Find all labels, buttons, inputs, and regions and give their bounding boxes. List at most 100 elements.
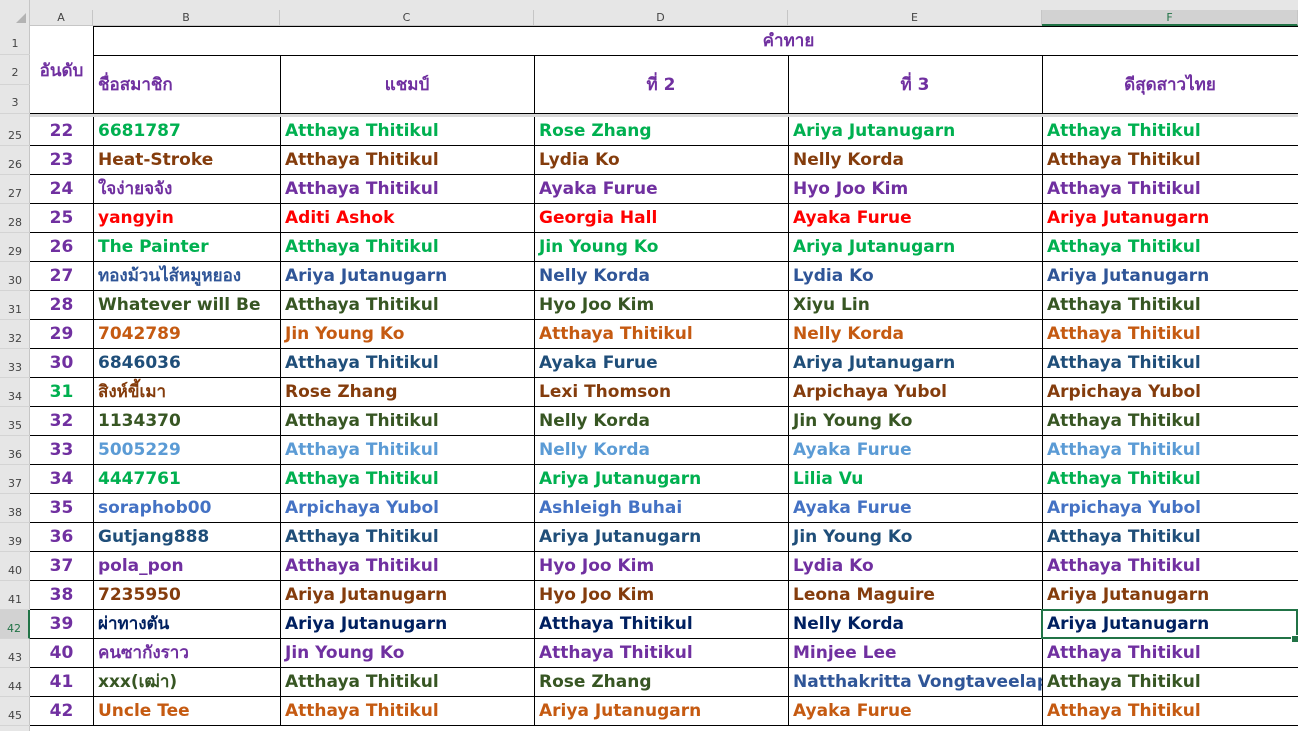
third-cell[interactable]: Nelly Korda	[788, 146, 1042, 175]
member-cell[interactable]: 6846036	[93, 349, 280, 378]
third-cell[interactable]: Natthakritta Vongtaveelap	[788, 668, 1042, 697]
best-cell[interactable]: Atthaya Thitikul	[1042, 552, 1298, 581]
row-header-26[interactable]: 26	[0, 146, 30, 175]
champion-cell[interactable]: Atthaya Thitikul	[280, 668, 534, 697]
row-header-34[interactable]: 34	[0, 378, 30, 407]
member-cell[interactable]: Uncle Tee	[93, 697, 280, 726]
best-cell[interactable]: Ariya Jutanugarn	[1042, 204, 1298, 233]
second-cell[interactable]: Atthaya Thitikul	[534, 320, 788, 349]
row-header-27[interactable]: 27	[0, 175, 30, 204]
best-cell[interactable]: Atthaya Thitikul	[1042, 668, 1298, 697]
member-cell[interactable]: 6681787	[93, 117, 280, 146]
third-cell[interactable]: Hyo Joo Kim	[788, 175, 1042, 204]
member-cell[interactable]: 7042789	[93, 320, 280, 349]
header-rank[interactable]: อันดับ	[30, 26, 93, 114]
fill-handle[interactable]	[1291, 635, 1298, 643]
champion-cell[interactable]: Atthaya Thitikul	[280, 697, 534, 726]
second-cell[interactable]: Jin Young Ko	[534, 233, 788, 262]
third-cell[interactable]: Ayaka Furue	[788, 494, 1042, 523]
row-header-42[interactable]: 42	[0, 610, 30, 639]
best-cell[interactable]: Atthaya Thitikul	[1042, 465, 1298, 494]
best-cell[interactable]: Atthaya Thitikul	[1042, 146, 1298, 175]
champion-cell[interactable]: Jin Young Ko	[280, 320, 534, 349]
third-cell[interactable]: Ariya Jutanugarn	[788, 349, 1042, 378]
second-cell[interactable]: Georgia Hall	[534, 204, 788, 233]
second-cell[interactable]: Atthaya Thitikul	[534, 639, 788, 668]
champion-cell[interactable]: Aditi Ashok	[280, 204, 534, 233]
champion-cell[interactable]: Ariya Jutanugarn	[280, 610, 534, 639]
column-header-a[interactable]: A	[30, 10, 93, 26]
header-best-thai[interactable]: ดีสุดสาวไทย	[1042, 55, 1298, 114]
third-cell[interactable]: Leona Maguire	[788, 581, 1042, 610]
column-header-e[interactable]: E	[788, 10, 1042, 26]
header-third[interactable]: ที่ 3	[788, 55, 1042, 114]
third-cell[interactable]: Jin Young Ko	[788, 523, 1042, 552]
member-cell[interactable]: pola_pon	[93, 552, 280, 581]
third-cell[interactable]: Ariya Jutanugarn	[788, 117, 1042, 146]
row-header-36[interactable]: 36	[0, 436, 30, 465]
third-cell[interactable]: Ariya Jutanugarn	[788, 233, 1042, 262]
second-cell[interactable]: Lydia Ko	[534, 146, 788, 175]
best-cell[interactable]: Atthaya Thitikul	[1042, 349, 1298, 378]
best-cell[interactable]: Atthaya Thitikul	[1042, 233, 1298, 262]
third-cell[interactable]: Lilia Vu	[788, 465, 1042, 494]
best-cell[interactable]: Atthaya Thitikul	[1042, 175, 1298, 204]
row-header-32[interactable]: 32	[0, 320, 30, 349]
column-header-c[interactable]: C	[280, 10, 534, 26]
member-cell[interactable]: 1134370	[93, 407, 280, 436]
champion-cell[interactable]: Rose Zhang	[280, 378, 534, 407]
best-cell[interactable]: Atthaya Thitikul	[1042, 320, 1298, 349]
column-header-d[interactable]: D	[534, 10, 788, 26]
champion-cell[interactable]: Atthaya Thitikul	[280, 552, 534, 581]
row-header-41[interactable]: 41	[0, 581, 30, 610]
row-header-43[interactable]: 43	[0, 639, 30, 668]
second-cell[interactable]: Ariya Jutanugarn	[534, 523, 788, 552]
member-cell[interactable]: The Painter	[93, 233, 280, 262]
third-cell[interactable]: Jin Young Ko	[788, 407, 1042, 436]
member-cell[interactable]: ใจง่ายจจัง	[93, 175, 280, 204]
second-cell[interactable]: Lexi Thomson	[534, 378, 788, 407]
row-header-35[interactable]: 35	[0, 407, 30, 436]
champion-cell[interactable]: Jin Young Ko	[280, 639, 534, 668]
best-cell[interactable]: Atthaya Thitikul	[1042, 697, 1298, 726]
row-header-38[interactable]: 38	[0, 494, 30, 523]
best-cell[interactable]: Atthaya Thitikul	[1042, 523, 1298, 552]
second-cell[interactable]: Ayaka Furue	[534, 349, 788, 378]
second-cell[interactable]: Ariya Jutanugarn	[534, 465, 788, 494]
header-second[interactable]: ที่ 2	[534, 55, 788, 114]
member-cell[interactable]: ทองม้วนไส้หมูหยอง	[93, 262, 280, 291]
third-cell[interactable]: Lydia Ko	[788, 262, 1042, 291]
second-cell[interactable]: Atthaya Thitikul	[534, 610, 788, 639]
member-cell[interactable]: 5005229	[93, 436, 280, 465]
row-header-25[interactable]: 25	[0, 117, 30, 146]
row-header-45[interactable]: 45	[0, 697, 30, 726]
row-header-31[interactable]: 31	[0, 291, 30, 320]
second-cell[interactable]: Nelly Korda	[534, 436, 788, 465]
best-cell[interactable]: Atthaya Thitikul	[1042, 639, 1298, 668]
second-cell[interactable]: Ariya Jutanugarn	[534, 697, 788, 726]
champion-cell[interactable]: Atthaya Thitikul	[280, 233, 534, 262]
champion-cell[interactable]: Atthaya Thitikul	[280, 175, 534, 204]
row-header-40[interactable]: 40	[0, 552, 30, 581]
member-cell[interactable]: สิงห์ขี้เมา	[93, 378, 280, 407]
champion-cell[interactable]: Atthaya Thitikul	[280, 291, 534, 320]
row-header-39[interactable]: 39	[0, 523, 30, 552]
best-cell[interactable]: Atthaya Thitikul	[1042, 117, 1298, 146]
champion-cell[interactable]: Atthaya Thitikul	[280, 465, 534, 494]
best-cell[interactable]: Atthaya Thitikul	[1042, 407, 1298, 436]
champion-cell[interactable]: Arpichaya Yubol	[280, 494, 534, 523]
row-header-33[interactable]: 33	[0, 349, 30, 378]
best-cell[interactable]: Atthaya Thitikul	[1042, 291, 1298, 320]
second-cell[interactable]: Ayaka Furue	[534, 175, 788, 204]
best-cell[interactable]: Ariya Jutanugarn	[1042, 581, 1298, 610]
active-cell-selection[interactable]	[1041, 609, 1298, 639]
third-cell[interactable]: Arpichaya Yubol	[788, 378, 1042, 407]
best-cell[interactable]: Arpichaya Yubol	[1042, 494, 1298, 523]
second-cell[interactable]: Hyo Joo Kim	[534, 581, 788, 610]
second-cell[interactable]: Hyo Joo Kim	[534, 552, 788, 581]
row-header-3[interactable]: 3	[0, 85, 30, 114]
column-header-b[interactable]: B	[93, 10, 280, 26]
member-cell[interactable]: Gutjang888	[93, 523, 280, 552]
champion-cell[interactable]: Atthaya Thitikul	[280, 436, 534, 465]
third-cell[interactable]: Xiyu Lin	[788, 291, 1042, 320]
